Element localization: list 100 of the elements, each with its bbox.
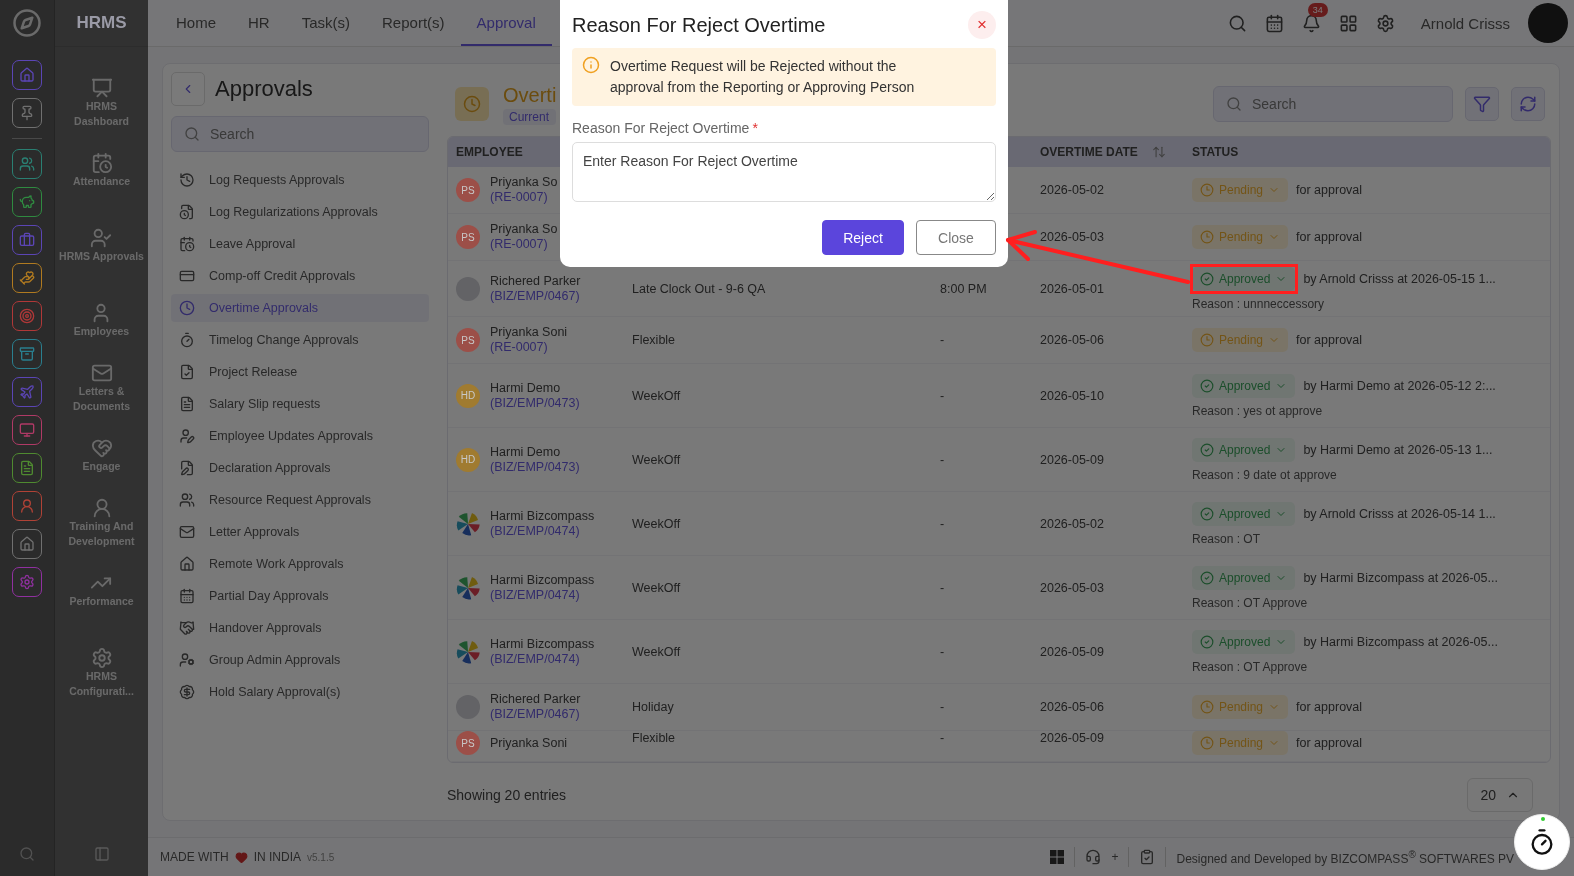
search-input[interactable]: Search	[1252, 87, 1440, 121]
employee-id[interactable]: (RE-0007)	[490, 237, 558, 252]
employee-id[interactable]: (RE-0007)	[490, 340, 568, 355]
status-dropdown[interactable]: Approved	[1192, 629, 1296, 654]
module-button[interactable]	[12, 377, 42, 407]
search-icon[interactable]	[19, 846, 35, 862]
search-icon	[184, 126, 200, 142]
employee-name: Priyanka Soni	[490, 325, 568, 340]
period-label: Current	[503, 108, 557, 125]
search-icon[interactable]	[1227, 13, 1247, 33]
close-button[interactable]: Close	[916, 220, 996, 255]
info-icon	[582, 56, 600, 74]
bell-icon[interactable]	[1301, 13, 1321, 33]
module-button[interactable]	[12, 263, 42, 293]
module-button[interactable]	[12, 98, 42, 128]
employee-id[interactable]: (BIZ/EMP/0474)	[490, 651, 595, 667]
approval-menu-item[interactable]: Hold Salary Approval(s)	[171, 678, 429, 706]
settings-icon[interactable]	[1375, 13, 1395, 33]
module-button[interactable]	[12, 225, 42, 255]
collapse-sidebar-icon[interactable]	[93, 846, 110, 862]
status-dropdown[interactable]: Approved	[1192, 373, 1296, 398]
status-dropdown[interactable]: Approved	[1192, 501, 1296, 526]
approval-menu-item[interactable]: Letter Approvals	[171, 518, 429, 546]
approval-menu-item[interactable]: Log Requests Approvals	[171, 166, 429, 194]
people-icon	[19, 156, 35, 172]
headset-icon[interactable]	[1085, 849, 1102, 865]
approval-menu-item[interactable]: Leave Approval	[171, 230, 429, 258]
close-button[interactable]: ×	[968, 11, 996, 39]
nav-tab[interactable]: Report(s)	[366, 0, 461, 46]
reason-field[interactable]: Enter Reason For Reject Overtime	[572, 142, 996, 202]
apps-grid-icon[interactable]	[1338, 13, 1358, 33]
employee-id[interactable]: (BIZ/EMP/0473)	[490, 395, 580, 411]
house-icon	[179, 556, 195, 572]
search-field[interactable]: Search	[171, 116, 429, 152]
status-dropdown[interactable]: Pending	[1192, 731, 1289, 755]
calendar-icon[interactable]	[1264, 13, 1284, 33]
employee-id[interactable]: (RE-0007)	[490, 190, 558, 205]
employee-id[interactable]: (BIZ/EMP/0473)	[490, 459, 580, 475]
module-button[interactable]	[12, 415, 42, 445]
approval-menu-item[interactable]: Salary Slip requests	[171, 390, 429, 418]
plus-label[interactable]: +	[1111, 850, 1119, 864]
status-dropdown[interactable]: Pending	[1192, 695, 1289, 719]
windows-icon[interactable]	[1050, 850, 1065, 864]
reject-button[interactable]: Reject	[822, 220, 904, 255]
status-dropdown[interactable]: Pending	[1192, 225, 1289, 249]
plane-icon	[19, 384, 35, 400]
approval-menu-item[interactable]: Partial Day Approvals	[171, 582, 429, 610]
approval-menu-item[interactable]: Project Release	[171, 358, 429, 386]
employee-id[interactable]: (BIZ/EMP/0467)	[490, 707, 581, 722]
approval-menu-item[interactable]: Resource Request Approvals	[171, 486, 429, 514]
refresh-button[interactable]	[1511, 87, 1545, 121]
module-button[interactable]	[12, 149, 42, 179]
approval-menu-item[interactable]: Handover Approvals	[171, 614, 429, 642]
column-header[interactable]: OVERTIME DATE	[1040, 145, 1138, 159]
module-button[interactable]	[12, 60, 42, 90]
avatar: PS	[456, 328, 480, 352]
nav-tab[interactable]: Approval	[460, 0, 552, 46]
page-size-select[interactable]: 20	[1467, 778, 1533, 812]
required-mark: *	[752, 120, 758, 136]
module-button[interactable]	[12, 453, 42, 483]
sort-icon[interactable]	[1151, 145, 1166, 159]
module-button[interactable]	[12, 339, 42, 369]
approval-menu-item[interactable]: Comp-off Credit Approvals	[171, 262, 429, 290]
search-input[interactable]: Search	[210, 117, 416, 151]
module-button[interactable]	[12, 187, 42, 217]
table-cell-text: -	[939, 388, 946, 403]
status-dropdown[interactable]: Approved	[1192, 266, 1296, 291]
status-dropdown[interactable]: Pending	[1192, 328, 1289, 352]
module-button[interactable]	[12, 529, 42, 559]
field-label: Reason For Reject Overtime	[572, 120, 750, 136]
alert-text: Overtime Request will be Rejected without the approval from the Reporting or Approving Person	[610, 57, 916, 97]
module-button[interactable]	[12, 567, 42, 597]
status-dropdown[interactable]: Pending	[1192, 178, 1289, 202]
approval-menu-item[interactable]: Timelog Change Approvals	[171, 326, 429, 354]
module-button[interactable]	[12, 301, 42, 331]
module-button[interactable]	[12, 491, 42, 521]
employee-id[interactable]: (BIZ/EMP/0474)	[490, 587, 595, 603]
table-cell-text: 2026-05-09	[1039, 731, 1105, 745]
people-icon	[179, 492, 195, 508]
approval-menu-item[interactable]: Remote Work Approvals	[171, 550, 429, 578]
nav-tab[interactable]: HR	[232, 0, 286, 46]
nav-tab[interactable]: Task(s)	[285, 0, 367, 46]
status-note: for approval	[1296, 700, 1363, 714]
approval-menu-item[interactable]: Employee Updates Approvals	[171, 422, 429, 450]
search-field[interactable]: Search	[1213, 86, 1453, 122]
employee-id[interactable]: (BIZ/EMP/0474)	[490, 523, 595, 539]
user-avatar[interactable]	[1528, 3, 1568, 43]
employee-id[interactable]: (BIZ/EMP/0467)	[490, 288, 581, 304]
approval-menu-item[interactable]: Overtime Approvals	[171, 294, 429, 322]
status-note: for approval	[1296, 736, 1363, 750]
status-dropdown[interactable]: Approved	[1192, 565, 1296, 590]
approval-menu-item[interactable]: Log Regularizations Approvals	[171, 198, 429, 226]
status-dropdown[interactable]: Approved	[1192, 437, 1296, 462]
nav-tab[interactable]: Home	[160, 0, 232, 46]
approval-menu-item[interactable]: Group Admin Approvals	[171, 646, 429, 674]
dialog-title: Reason For Reject Overtime	[572, 13, 826, 37]
filter-button[interactable]	[1465, 87, 1499, 121]
clipboard-check-icon[interactable]	[1139, 849, 1156, 865]
employee-name: Priyanka Soni	[490, 735, 568, 751]
approval-menu-item[interactable]: Declaration Approvals	[171, 454, 429, 482]
